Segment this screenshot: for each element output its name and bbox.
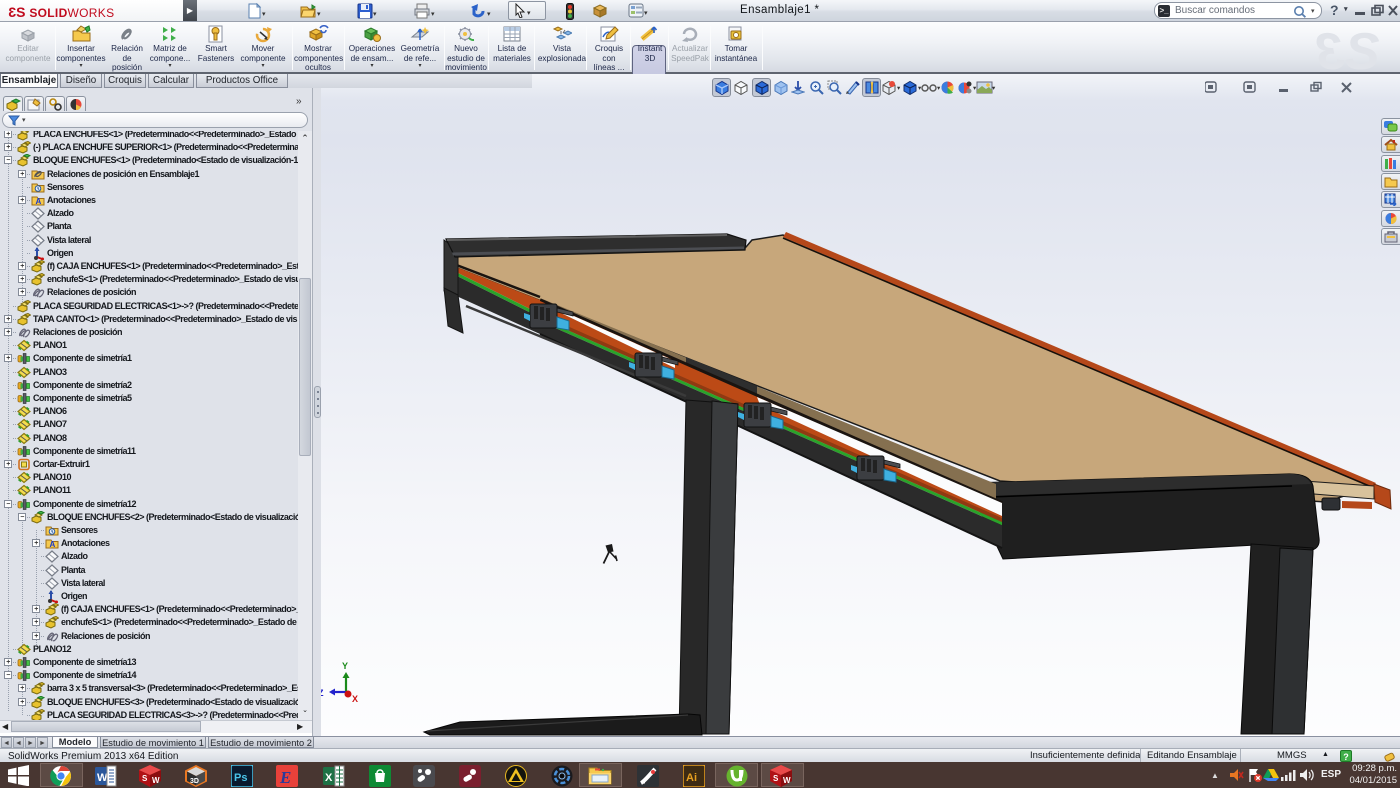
svg-text:Ai: Ai [686, 772, 697, 784]
svg-text:E: E [279, 768, 291, 787]
svg-text:A: A [36, 197, 42, 206]
svg-text:W: W [97, 772, 108, 784]
svg-text:A: A [50, 540, 56, 549]
svg-text:W: W [152, 776, 160, 785]
svg-text:W: W [783, 776, 791, 785]
svg-text:Z: Z [321, 688, 324, 698]
svg-text:Ps: Ps [234, 772, 247, 784]
svg-text:3D: 3D [190, 778, 199, 785]
svg-text:X: X [352, 694, 358, 704]
svg-text:S: S [142, 774, 148, 783]
svg-text:Y: Y [342, 661, 348, 671]
svg-text:S: S [773, 774, 779, 783]
svg-text:X: X [325, 772, 333, 784]
